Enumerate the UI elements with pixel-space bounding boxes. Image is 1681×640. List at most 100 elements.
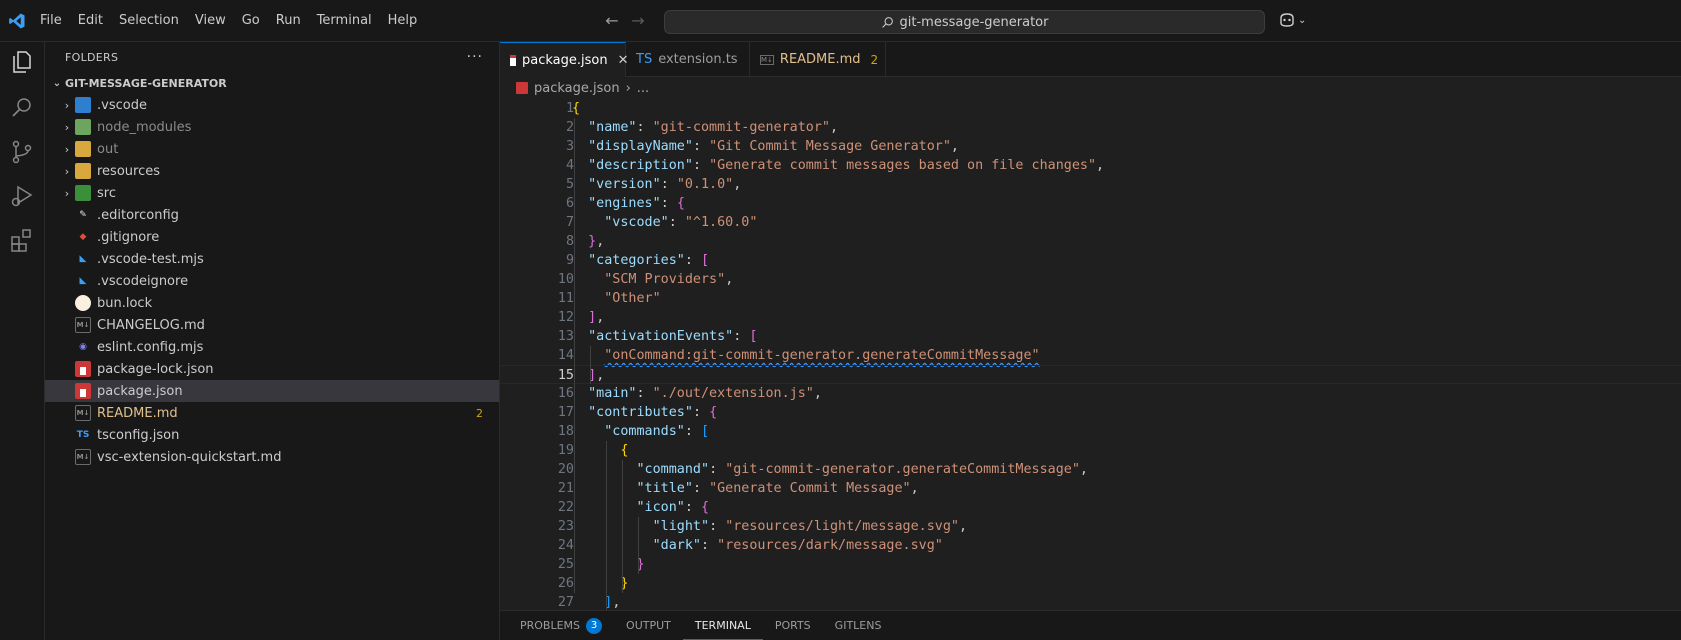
breadcrumb-rest[interactable]: ... <box>637 81 649 96</box>
code-token: [ <box>749 329 758 344</box>
editor-area: package.json ✕ TS extension.ts M↓ README.md 2 … <box>500 42 1681 612</box>
tree-item-file[interactable]: M↓ vsc-extension-quickstart.md <box>45 446 499 468</box>
breadcrumb-file[interactable]: package.json <box>534 81 620 96</box>
line-number: 6 <box>565 196 574 211</box>
workspace-section-title[interactable]: ⌄ GIT-MESSAGE-GENERATOR <box>45 72 499 94</box>
extensions-icon[interactable] <box>8 226 36 254</box>
menu-item-selection[interactable]: Selection <box>111 0 187 42</box>
source-control-icon[interactable] <box>8 138 36 166</box>
code-line: 20 "command": "git-commit-generator.gene… <box>500 460 1681 479</box>
line-number: 12 <box>557 310 574 325</box>
menu-item-terminal[interactable]: Terminal <box>309 0 380 42</box>
code-line: 13 "activationEvents": [ <box>500 327 1681 346</box>
tree-item-folder[interactable]: › node_modules <box>45 116 499 138</box>
markdown-icon: M↓ <box>75 317 91 333</box>
menu-item-go[interactable]: Go <box>234 0 268 42</box>
eslint-icon: ◉ <box>79 342 87 352</box>
tree-item-folder[interactable]: › src <box>45 182 499 204</box>
line-content: "command": "git-commit-generator.generat… <box>572 460 1088 479</box>
tree-item-file[interactable]: package-lock.json <box>45 358 499 380</box>
code-token: { <box>701 500 710 515</box>
code-token: : <box>684 253 701 268</box>
panel-tab-label: OUTPUT <box>626 619 671 632</box>
copilot-button[interactable]: ⌄ <box>1278 12 1306 28</box>
more-actions-icon[interactable]: ··· <box>467 49 483 65</box>
workspace-name: GIT-MESSAGE-GENERATOR <box>65 76 227 90</box>
tree-item-label: out <box>97 141 119 157</box>
line-content: "icon": { <box>572 498 710 517</box>
tree-item-folder[interactable]: › out <box>45 138 499 160</box>
tree-item-file[interactable]: package.json <box>45 380 499 402</box>
tree-item-label: .gitignore <box>97 229 160 245</box>
indent-guide <box>606 441 607 612</box>
line-content: "onCommand:git-commit-generator.generate… <box>572 346 1039 365</box>
code-token: [ <box>701 253 710 268</box>
tab-readme-md[interactable]: M↓ README.md 2 <box>750 42 886 77</box>
sidebar-header: FOLDERS ··· <box>45 42 499 72</box>
panel-tab-terminal[interactable]: TERMINAL <box>682 611 763 640</box>
command-center-search[interactable]: git-message-generator <box>664 10 1265 34</box>
line-content: }, <box>572 232 604 251</box>
tsconfig-icon: TS <box>76 430 90 440</box>
back-arrow-icon[interactable]: ← <box>604 11 620 31</box>
run-debug-icon[interactable] <box>8 182 36 210</box>
explorer-icon[interactable] <box>8 48 36 76</box>
tree-item-label: bun.lock <box>97 295 153 311</box>
indent-guide <box>622 460 623 593</box>
tab-extension-ts[interactable]: TS extension.ts <box>626 42 750 77</box>
menu-item-run[interactable]: Run <box>268 0 309 42</box>
tree-item-file[interactable]: ◆ .gitignore <box>45 226 499 248</box>
panel-tab-output[interactable]: OUTPUT <box>614 611 683 640</box>
line-number: 4 <box>565 158 574 173</box>
tree-item-file[interactable]: bun.lock <box>45 292 499 314</box>
vscode-icon: ◣ <box>79 276 87 286</box>
markdown-icon: M↓ <box>75 405 91 421</box>
tree-item-label: CHANGELOG.md <box>97 317 205 333</box>
line-content: { <box>572 441 628 460</box>
menu-item-edit[interactable]: Edit <box>70 0 111 42</box>
tree-item-label: vsc-extension-quickstart.md <box>97 449 282 465</box>
menu-bar: File Edit Selection View Go Run Terminal Help <box>32 0 425 42</box>
panel-tab-gitlens[interactable]: GITLENS <box>823 611 894 640</box>
code-token: "0.1.0" <box>676 177 734 192</box>
tree-item-file[interactable]: ◣ .vscodeignore <box>45 270 499 292</box>
line-number: 3 <box>565 139 574 154</box>
code-token: , <box>813 386 822 401</box>
line-content: ], <box>572 366 604 385</box>
tree-item-file[interactable]: M↓ README.md 2 <box>45 402 499 424</box>
code-token: , <box>1096 158 1105 173</box>
tree-item-folder[interactable]: › resources <box>45 160 499 182</box>
line-number: 9 <box>565 253 574 268</box>
menu-item-file[interactable]: File <box>32 0 70 42</box>
folder-icon <box>75 141 91 157</box>
tree-item-file[interactable]: ✎ .editorconfig <box>45 204 499 226</box>
menu-item-help[interactable]: Help <box>380 0 426 42</box>
forward-arrow-icon[interactable]: → <box>630 11 646 31</box>
indent-guide <box>574 118 575 593</box>
search-icon[interactable] <box>8 94 36 122</box>
tree-item-file[interactable]: ◣ .vscode-test.mjs <box>45 248 499 270</box>
tree-item-label: package-lock.json <box>97 361 214 377</box>
tree-item-file[interactable]: ◉ eslint.config.mjs <box>45 336 499 358</box>
code-editor[interactable]: 1{2 "name": "git-commit-generator", 3 "di… <box>500 99 1681 612</box>
panel-tab-ports[interactable]: PORTS <box>763 611 823 640</box>
menu-item-view[interactable]: View <box>187 0 234 42</box>
tree-item-file[interactable]: M↓ CHANGELOG.md <box>45 314 499 336</box>
npm-icon <box>516 82 528 94</box>
tab-package-json[interactable]: package.json ✕ <box>500 42 629 77</box>
line-number: 22 <box>557 500 574 515</box>
explorer-sidebar: FOLDERS ··· ⌄ GIT-MESSAGE-GENERATOR › .vs… <box>45 42 500 640</box>
code-line: 18 "commands": [ <box>500 422 1681 441</box>
code-token: "Generate commit messages based on file … <box>709 158 1097 173</box>
tree-item-file[interactable]: TS tsconfig.json <box>45 424 499 446</box>
line-number: 23 <box>557 519 574 534</box>
code-token: , <box>910 481 919 496</box>
code-line: 8 }, <box>500 232 1681 251</box>
panel-tab-problems[interactable]: PROBLEMS 3 <box>508 611 614 640</box>
tree-item-folder[interactable]: › .vscode <box>45 94 499 116</box>
line-content: "main": "./out/extension.js", <box>572 384 822 403</box>
line-number: 17 <box>557 405 574 420</box>
